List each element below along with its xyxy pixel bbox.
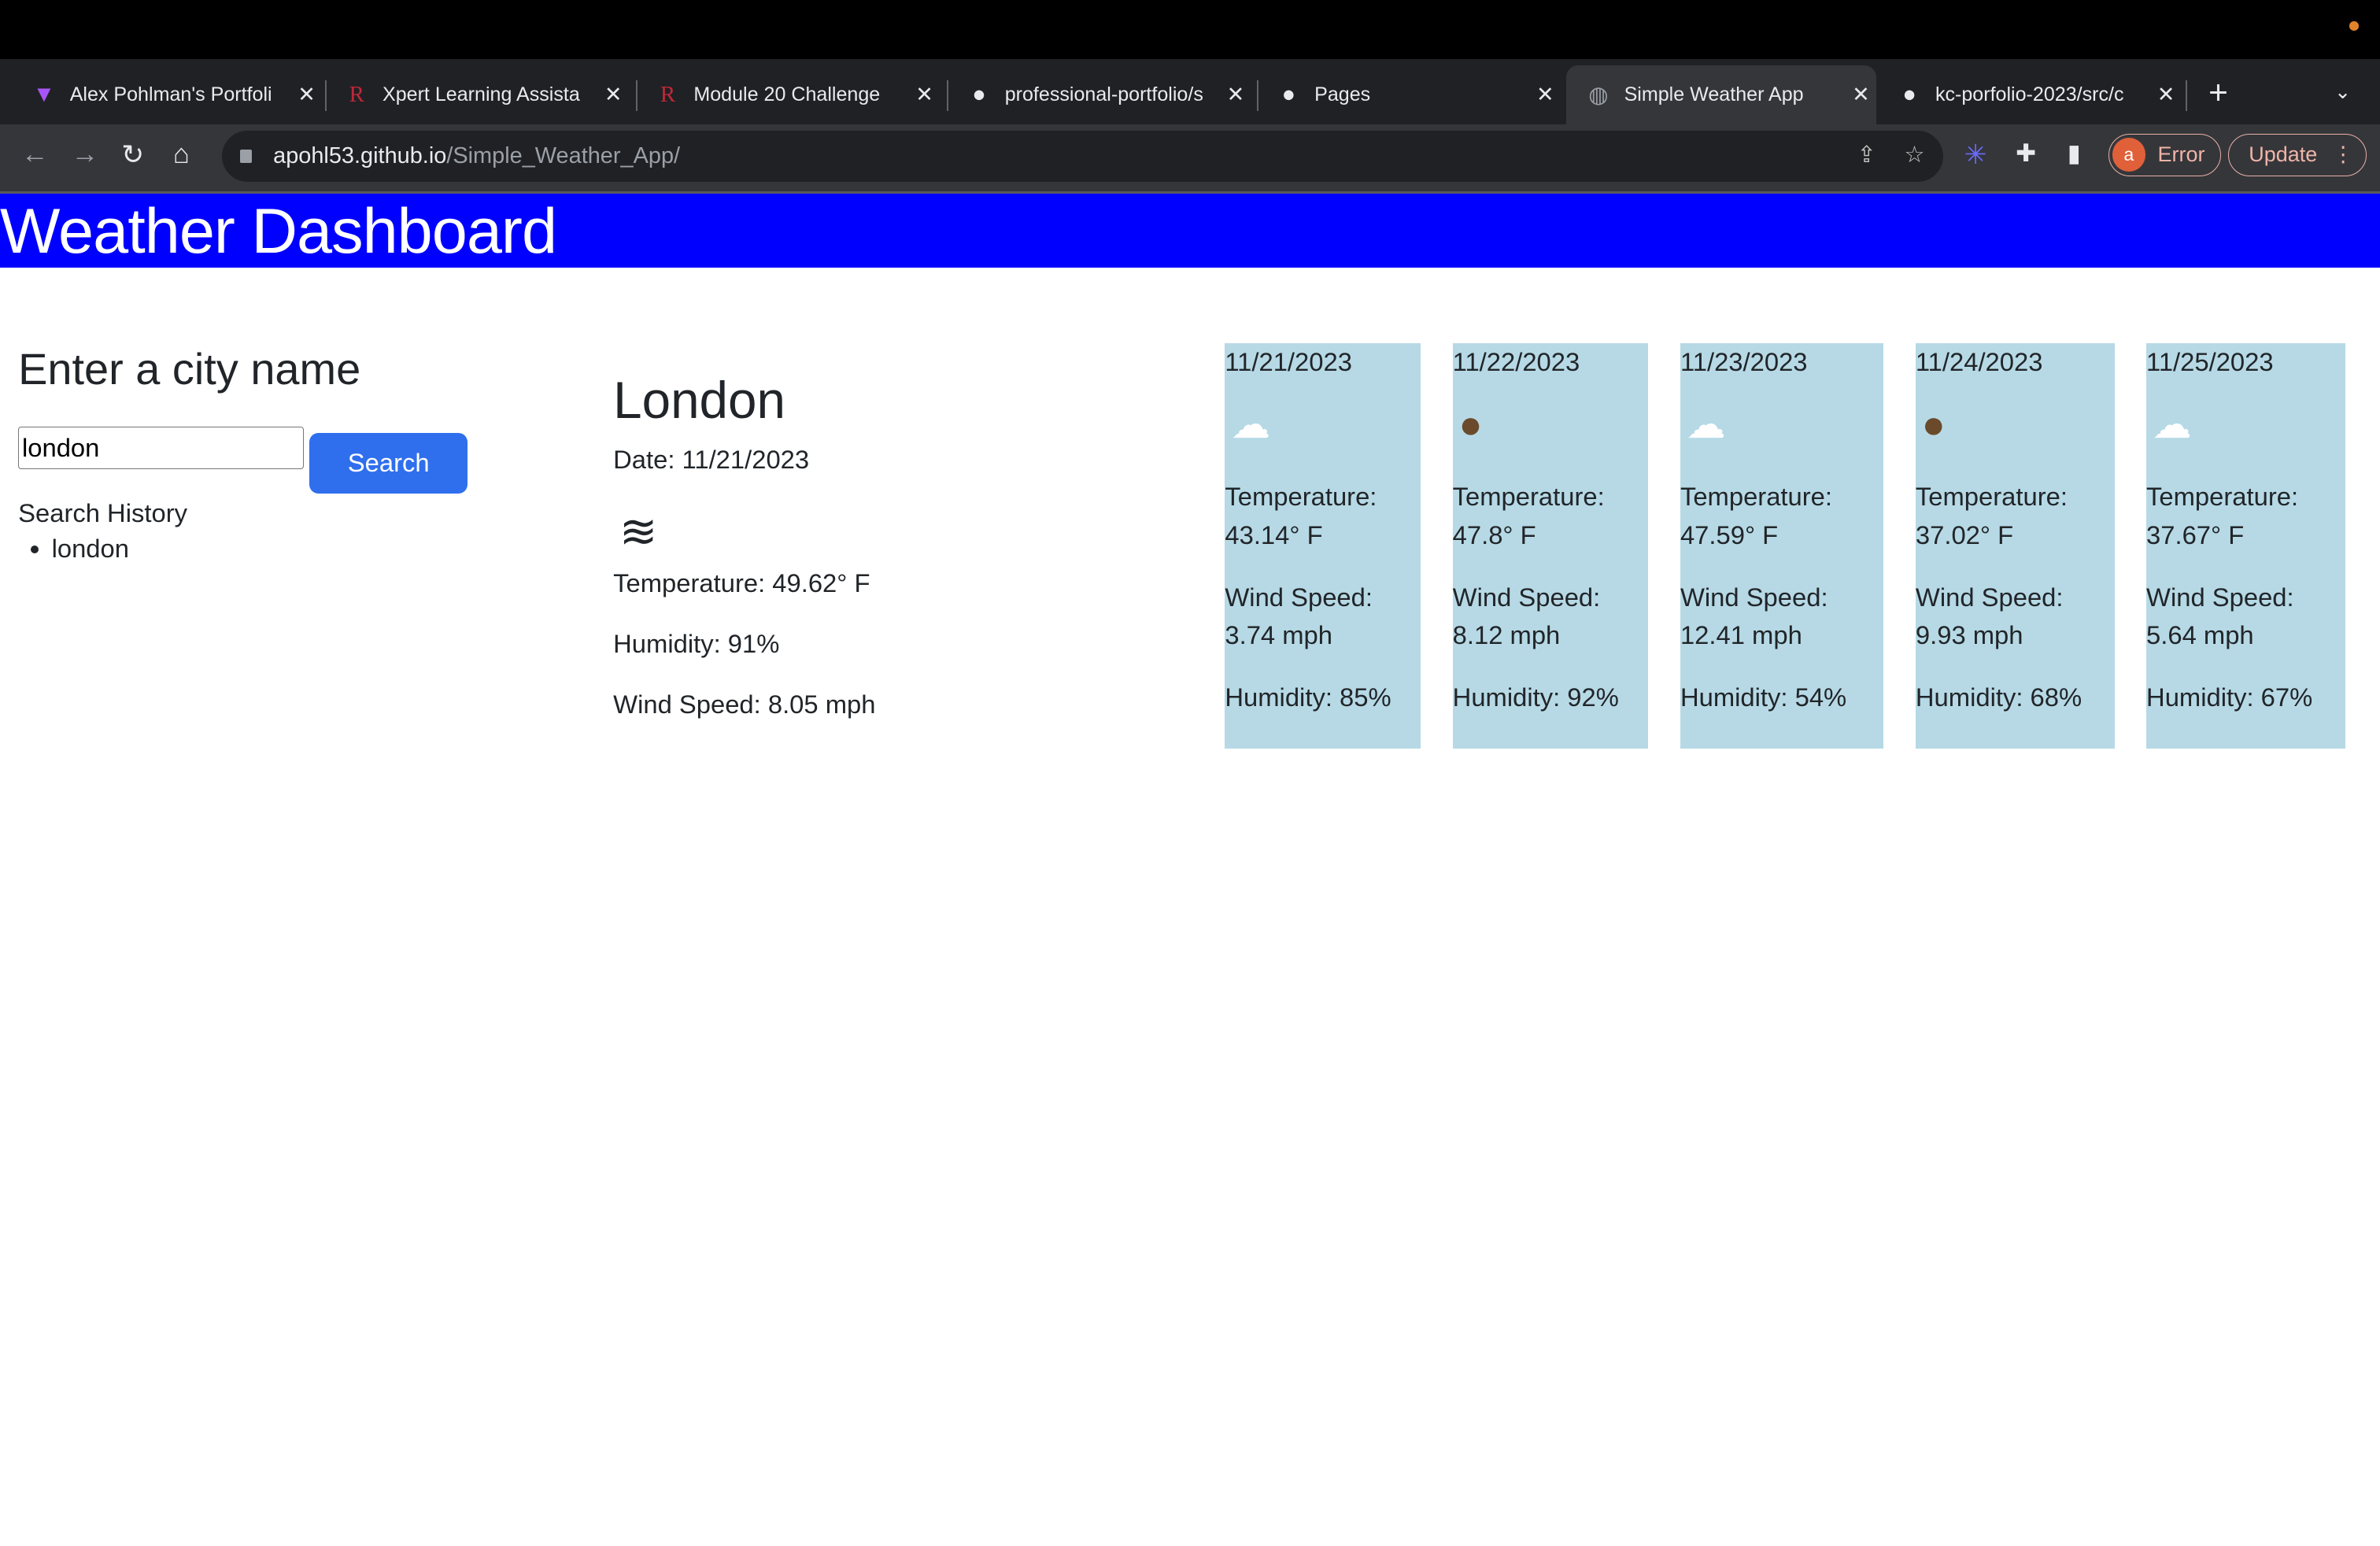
current-temperature: Temperature: 49.62° F: [613, 568, 870, 598]
forecast-temp-label: Temperature:: [1915, 482, 2068, 512]
cloud-icon: ☁: [2152, 401, 2192, 446]
forecast-wind: 9.93 mph: [1915, 620, 2023, 649]
star-icon[interactable]: ☆: [1905, 141, 1925, 168]
extension-icon[interactable]: ✳: [1964, 139, 1987, 171]
r-logo-icon: R: [349, 82, 364, 107]
tab-module-20[interactable]: R Module 20 Challenge ✕: [636, 65, 940, 124]
close-icon[interactable]: ✕: [291, 83, 322, 107]
tab-pages[interactable]: ● Pages ✕: [1257, 65, 1561, 124]
forecast-date: 11/21/2023: [1225, 346, 1352, 376]
forecast-wind: 8.12 mph: [1452, 620, 1561, 649]
forecast-wind: 12.41 mph: [1680, 620, 1802, 649]
history-item[interactable]: london: [52, 534, 322, 564]
forecast-temp-label: Temperature:: [2146, 482, 2299, 512]
tab-professional-portfolio[interactable]: ● professional-portfolio/s ✕: [947, 65, 1251, 124]
forecast-humidity: Humidity: 67%: [2146, 682, 2313, 712]
tab-xpert[interactable]: R Xpert Learning Assista ✕: [325, 65, 629, 124]
rain-icon: ●: [1921, 401, 1946, 446]
forecast-temp-label: Temperature:: [1680, 482, 1832, 512]
forecast-date: 11/24/2023: [1915, 346, 2043, 376]
cloud-icon: ☁: [1686, 401, 1726, 446]
browser-toolbar: ← → ↻ ⌂ apohl53.github.io/Simple_Weather…: [0, 124, 2380, 191]
back-button[interactable]: ←: [21, 139, 49, 170]
avatar: a: [2112, 138, 2146, 172]
current-humidity: Humidity: 91%: [613, 628, 780, 658]
search-panel: Enter a city name Search Search History …: [18, 343, 468, 563]
os-menu-bar: [0, 0, 2380, 60]
forecast-card: 11/23/2023 ☁ Temperature: 47.59° F Wind S…: [1680, 342, 1884, 749]
forecast-date: 11/25/2023: [2146, 346, 2274, 376]
recording-dot-icon: [2349, 21, 2360, 31]
forecast-temp: 43.14° F: [1225, 520, 1323, 549]
forecast-card: 11/22/2023 ● Temperature: 47.8° F Wind Sp…: [1452, 342, 1649, 749]
forecast-wind-label: Wind Speed:: [1452, 582, 1601, 612]
tab-search-chevron-icon[interactable]: ⌄: [2334, 80, 2351, 104]
forecast-card: 11/25/2023 ☁ Temperature: 37.67° F Wind S…: [2146, 342, 2345, 749]
forecast-wind-label: Wind Speed:: [1225, 582, 1373, 612]
forecast-temp-label: Temperature:: [1225, 482, 1377, 512]
search-history: Search History london: [18, 498, 322, 564]
forecast-wind-label: Wind Speed:: [2146, 582, 2294, 612]
share-icon[interactable]: ⇪: [1857, 141, 1876, 168]
forecast-humidity: Humidity: 85%: [1225, 682, 1391, 712]
extensions-puzzle-icon[interactable]: ✚: [2016, 139, 2036, 168]
vite-icon: ▼: [32, 82, 56, 107]
forward-button[interactable]: →: [72, 139, 99, 170]
reload-button[interactable]: ↻: [121, 139, 144, 171]
mist-icon: ≋: [619, 507, 658, 558]
close-icon[interactable]: ✕: [1846, 83, 1876, 107]
forecast-card: 11/24/2023 ● Temperature: 37.02° F Wind S…: [1915, 342, 2115, 749]
forecast-card: 11/21/2023 ☁ Temperature: 43.14° F Wind S…: [1225, 342, 1421, 749]
search-heading: Enter a city name: [18, 343, 361, 394]
forecast-temp: 37.02° F: [1915, 520, 2014, 549]
current-wind: Wind Speed: 8.05 mph: [613, 689, 876, 719]
home-button[interactable]: ⌂: [173, 139, 190, 170]
current-date: Date: 11/21/2023: [613, 444, 810, 474]
forecast-humidity: Humidity: 92%: [1452, 682, 1619, 712]
search-button[interactable]: Search: [309, 432, 468, 494]
forecast-date: 11/22/2023: [1452, 346, 1580, 376]
forecast-humidity: Humidity: 68%: [1915, 682, 2082, 712]
forecast-wind-label: Wind Speed:: [1915, 582, 2064, 612]
forecast-date: 11/23/2023: [1680, 346, 1808, 376]
cloud-icon: ☁: [1231, 401, 1271, 446]
github-icon: ●: [972, 82, 986, 107]
forecast-wind: 3.74 mph: [1225, 620, 1332, 649]
close-icon[interactable]: ✕: [1221, 83, 1251, 107]
r-logo-icon: R: [660, 82, 676, 107]
menu-icon[interactable]: ⋮: [2333, 142, 2354, 167]
close-icon[interactable]: ✕: [909, 83, 940, 107]
close-icon[interactable]: ✕: [2151, 83, 2182, 107]
tab-simple-weather-app[interactable]: ◍ Simple Weather App ✕: [1566, 65, 1876, 125]
rain-icon: ●: [1458, 401, 1483, 446]
close-icon[interactable]: ✕: [598, 83, 629, 107]
new-tab-button[interactable]: +: [2208, 74, 2228, 112]
city-search-input[interactable]: [18, 426, 304, 469]
forecast-temp: 47.8° F: [1452, 520, 1536, 549]
forecast-temp: 37.67° F: [2146, 520, 2245, 549]
forecast-wind: 5.64 mph: [2146, 620, 2254, 649]
current-weather: London Date: 11/21/2023 ≋ Temperature: 4…: [613, 371, 875, 750]
forecast-humidity: Humidity: 54%: [1680, 682, 1847, 712]
side-panel-icon[interactable]: ▮: [2068, 139, 2081, 168]
forecast-temp: 47.59° F: [1680, 520, 1779, 549]
city-name: London: [613, 371, 785, 429]
github-icon: ●: [1281, 82, 1296, 107]
update-button[interactable]: Update ⋮: [2228, 133, 2367, 176]
page-header: Weather Dashboard: [0, 190, 2380, 268]
address-bar[interactable]: apohl53.github.io/Simple_Weather_App/ ⇪ …: [221, 130, 1943, 183]
tab-kc-portfolio[interactable]: ● kc-porfolio-2023/src/c ✕: [1878, 65, 2182, 124]
close-icon[interactable]: ✕: [1530, 83, 1561, 107]
lock-icon: [239, 149, 253, 164]
globe-icon: ◍: [1588, 83, 1609, 108]
profile-error-button[interactable]: a Error: [2108, 133, 2221, 176]
search-history-label: Search History: [18, 497, 188, 527]
forecast-wind-label: Wind Speed:: [1680, 582, 1828, 612]
tab-strip: ▼ Alex Pohlman's Portfoli ✕ R Xpert Learnin…: [0, 59, 2380, 125]
github-icon: ●: [1902, 82, 1916, 107]
tab-portfolio[interactable]: ▼ Alex Pohlman's Portfoli ✕: [12, 65, 321, 124]
forecast-temp-label: Temperature:: [1452, 482, 1605, 512]
page-title: Weather Dashboard: [0, 195, 557, 267]
